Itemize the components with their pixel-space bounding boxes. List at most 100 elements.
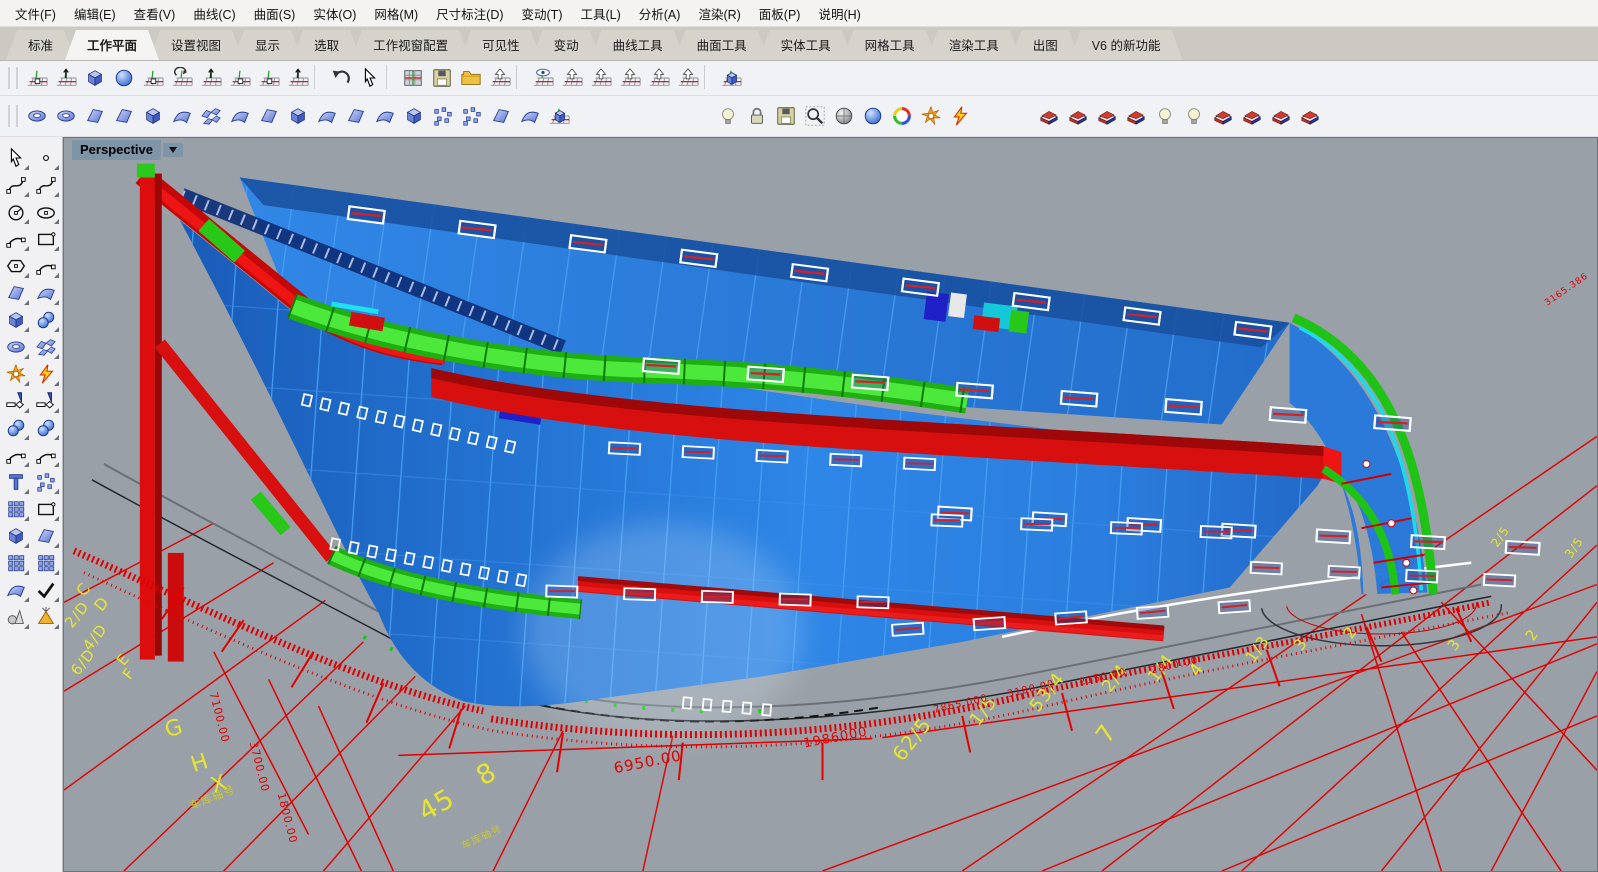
menu-item-1[interactable]: 编辑(E) <box>65 1 125 26</box>
layer-state-5-button[interactable] <box>1209 103 1236 130</box>
menu-item-9[interactable]: 工具(L) <box>571 1 629 26</box>
surface-fold-button[interactable] <box>255 103 282 130</box>
surface-patch-button[interactable] <box>342 103 369 130</box>
solid-box-button[interactable] <box>400 103 427 130</box>
tab-13[interactable]: 出图 <box>1011 30 1080 60</box>
move-points-tool-button[interactable] <box>32 469 60 495</box>
ellipse-tool-button[interactable] <box>32 199 60 225</box>
point-tool-button[interactable] <box>32 145 60 171</box>
surface-torus-button[interactable] <box>23 103 50 130</box>
color-wheel-button[interactable] <box>888 103 915 130</box>
cplane-to-object-button[interactable] <box>81 65 108 92</box>
plugin-manager-button[interactable] <box>917 103 944 130</box>
layer-bulb-a-button[interactable] <box>1151 103 1178 130</box>
menu-item-6[interactable]: 网格(M) <box>365 1 427 26</box>
surface-tiles-button[interactable] <box>197 103 224 130</box>
surface-from-points-tool-button[interactable] <box>2 280 30 306</box>
cplane-to-sphere-button[interactable] <box>110 65 137 92</box>
tab-7[interactable]: 变动 <box>532 30 601 60</box>
point-cloud-button[interactable] <box>458 103 485 130</box>
layer-state-doc-button[interactable] <box>1296 103 1323 130</box>
world-cplane-button[interactable] <box>717 65 744 92</box>
surface-solid-button[interactable] <box>284 103 311 130</box>
undo-cplane-change-button[interactable] <box>327 65 354 92</box>
export-cplane-button[interactable] <box>486 65 513 92</box>
cplane-previous-button[interactable] <box>587 65 614 92</box>
tab-10[interactable]: 实体工具 <box>759 30 853 60</box>
curved-surface-tool-button[interactable] <box>32 280 60 306</box>
circle-tool-button[interactable] <box>2 199 30 225</box>
save-file-button[interactable] <box>772 103 799 130</box>
rectangle-tool-button[interactable] <box>32 226 60 252</box>
control-curve-tool-button[interactable] <box>32 172 60 198</box>
polygon-tool-button[interactable] <box>2 253 30 279</box>
extrude-tool-button[interactable] <box>32 523 60 549</box>
menu-item-8[interactable]: 变动(T) <box>513 1 572 26</box>
tab-11[interactable]: 网格工具 <box>843 30 937 60</box>
layer-bulb-b-button[interactable] <box>1180 103 1207 130</box>
surface-vertical-button[interactable] <box>139 103 166 130</box>
tab-2[interactable]: 设置视图 <box>149 30 243 60</box>
lamp-toggle-button[interactable] <box>714 103 741 130</box>
trim-fillet-a-tool-button[interactable] <box>2 388 30 414</box>
surface-deform-button[interactable] <box>168 103 195 130</box>
cplane-z-axis-button[interactable] <box>52 65 79 92</box>
cplane-vertical-button[interactable] <box>197 65 224 92</box>
boolean-cube-tool-button[interactable] <box>2 523 30 549</box>
viewport-title[interactable]: Perspective <box>72 140 183 160</box>
menu-item-10[interactable]: 分析(A) <box>630 1 690 26</box>
layer-state-7-button[interactable] <box>1267 103 1294 130</box>
zoom-select-button[interactable] <box>801 103 828 130</box>
tab-3[interactable]: 显示 <box>233 30 302 60</box>
arc-tool-button[interactable] <box>2 226 30 252</box>
text-tool-button[interactable] <box>2 469 30 495</box>
flash-render-button[interactable] <box>946 103 973 130</box>
cplane-next-button[interactable] <box>558 65 585 92</box>
tab-4[interactable]: 选取 <box>292 30 361 60</box>
fillet-curve-tool-button[interactable] <box>2 442 30 468</box>
cplane-rotate-left-button[interactable] <box>616 65 643 92</box>
save-cplane-button[interactable] <box>428 65 455 92</box>
curve-blend-tool-button[interactable] <box>32 253 60 279</box>
cplane-rotate-right-button[interactable] <box>645 65 672 92</box>
cplane-swap-button[interactable] <box>674 65 701 92</box>
viewport-title-label[interactable]: Perspective <box>72 140 161 160</box>
layer-state-checkmark-button[interactable] <box>1122 103 1149 130</box>
cplane-3point-button[interactable] <box>226 65 253 92</box>
menu-item-0[interactable]: 文件(F) <box>6 1 65 26</box>
torus-tool-button[interactable] <box>2 334 30 360</box>
open-cplane-button[interactable] <box>457 65 484 92</box>
layer-state-check-button[interactable] <box>1093 103 1120 130</box>
layer-state-2-button[interactable] <box>1064 103 1091 130</box>
show-cplane-button[interactable] <box>529 65 556 92</box>
lock-objects-button[interactable] <box>743 103 770 130</box>
trim-surface-tool-button[interactable] <box>32 496 60 522</box>
cone-sphere-tool-button[interactable] <box>2 604 30 630</box>
array-grid-tool-button[interactable] <box>2 550 30 576</box>
cplane-elevation-button[interactable] <box>284 65 311 92</box>
rendered-mode-button[interactable] <box>859 103 886 130</box>
surface-flip-button[interactable] <box>226 103 253 130</box>
surface-corner-button[interactable] <box>81 103 108 130</box>
surface-grid-tool-button[interactable] <box>32 334 60 360</box>
surface-hatch-button[interactable] <box>313 103 340 130</box>
menu-item-4[interactable]: 曲面(S) <box>245 1 305 26</box>
tab-9[interactable]: 曲面工具 <box>675 30 769 60</box>
control-points-button[interactable] <box>429 103 456 130</box>
layer-state-1-button[interactable] <box>1035 103 1062 130</box>
array-linear-tool-button[interactable] <box>32 550 60 576</box>
menu-item-2[interactable]: 查看(V) <box>125 1 185 26</box>
layer-state-6-button[interactable] <box>1238 103 1265 130</box>
tab-5[interactable]: 工作视窗配置 <box>351 30 470 60</box>
pyramid-tool-button[interactable] <box>32 604 60 630</box>
uv-tools-button[interactable] <box>487 103 514 130</box>
blend-curve-tool-button[interactable] <box>32 442 60 468</box>
select-tool-button[interactable] <box>2 145 30 171</box>
surface-trim-circle-button[interactable] <box>371 103 398 130</box>
flash-tool-button[interactable] <box>32 361 60 387</box>
menu-item-3[interactable]: 曲线(C) <box>184 1 244 26</box>
surface-dome-button[interactable] <box>52 103 79 130</box>
surface-plane-button[interactable] <box>110 103 137 130</box>
toolbar-grip[interactable] <box>8 105 18 127</box>
offset-tool-button[interactable] <box>2 577 30 603</box>
